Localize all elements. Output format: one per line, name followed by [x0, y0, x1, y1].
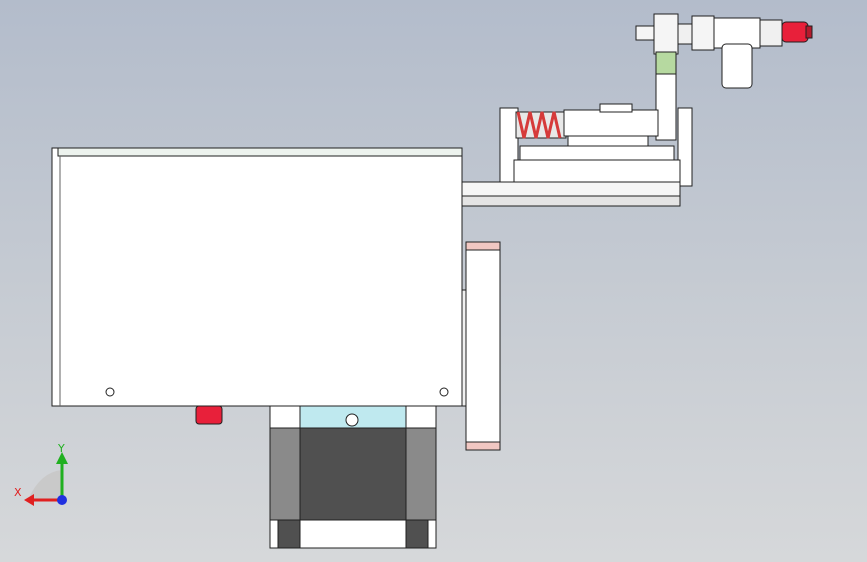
- assembly-model[interactable]: [51, 13, 813, 549]
- side-plate[interactable]: [465, 241, 501, 451]
- red-knob[interactable]: [195, 405, 223, 425]
- linear-rail[interactable]: [459, 181, 681, 207]
- y-axis-label: Y: [57, 442, 65, 455]
- z-axis-icon: [57, 495, 67, 505]
- x-axis-label: X: [14, 486, 22, 499]
- main-housing[interactable]: [51, 147, 469, 407]
- cad-viewport[interactable]: Y X: [0, 0, 867, 562]
- x-axis-arrow-icon: [24, 494, 34, 506]
- pneumatic-fitting[interactable]: [635, 13, 813, 141]
- orientation-triad: Y X: [14, 442, 68, 506]
- stepper-motor[interactable]: [269, 405, 437, 549]
